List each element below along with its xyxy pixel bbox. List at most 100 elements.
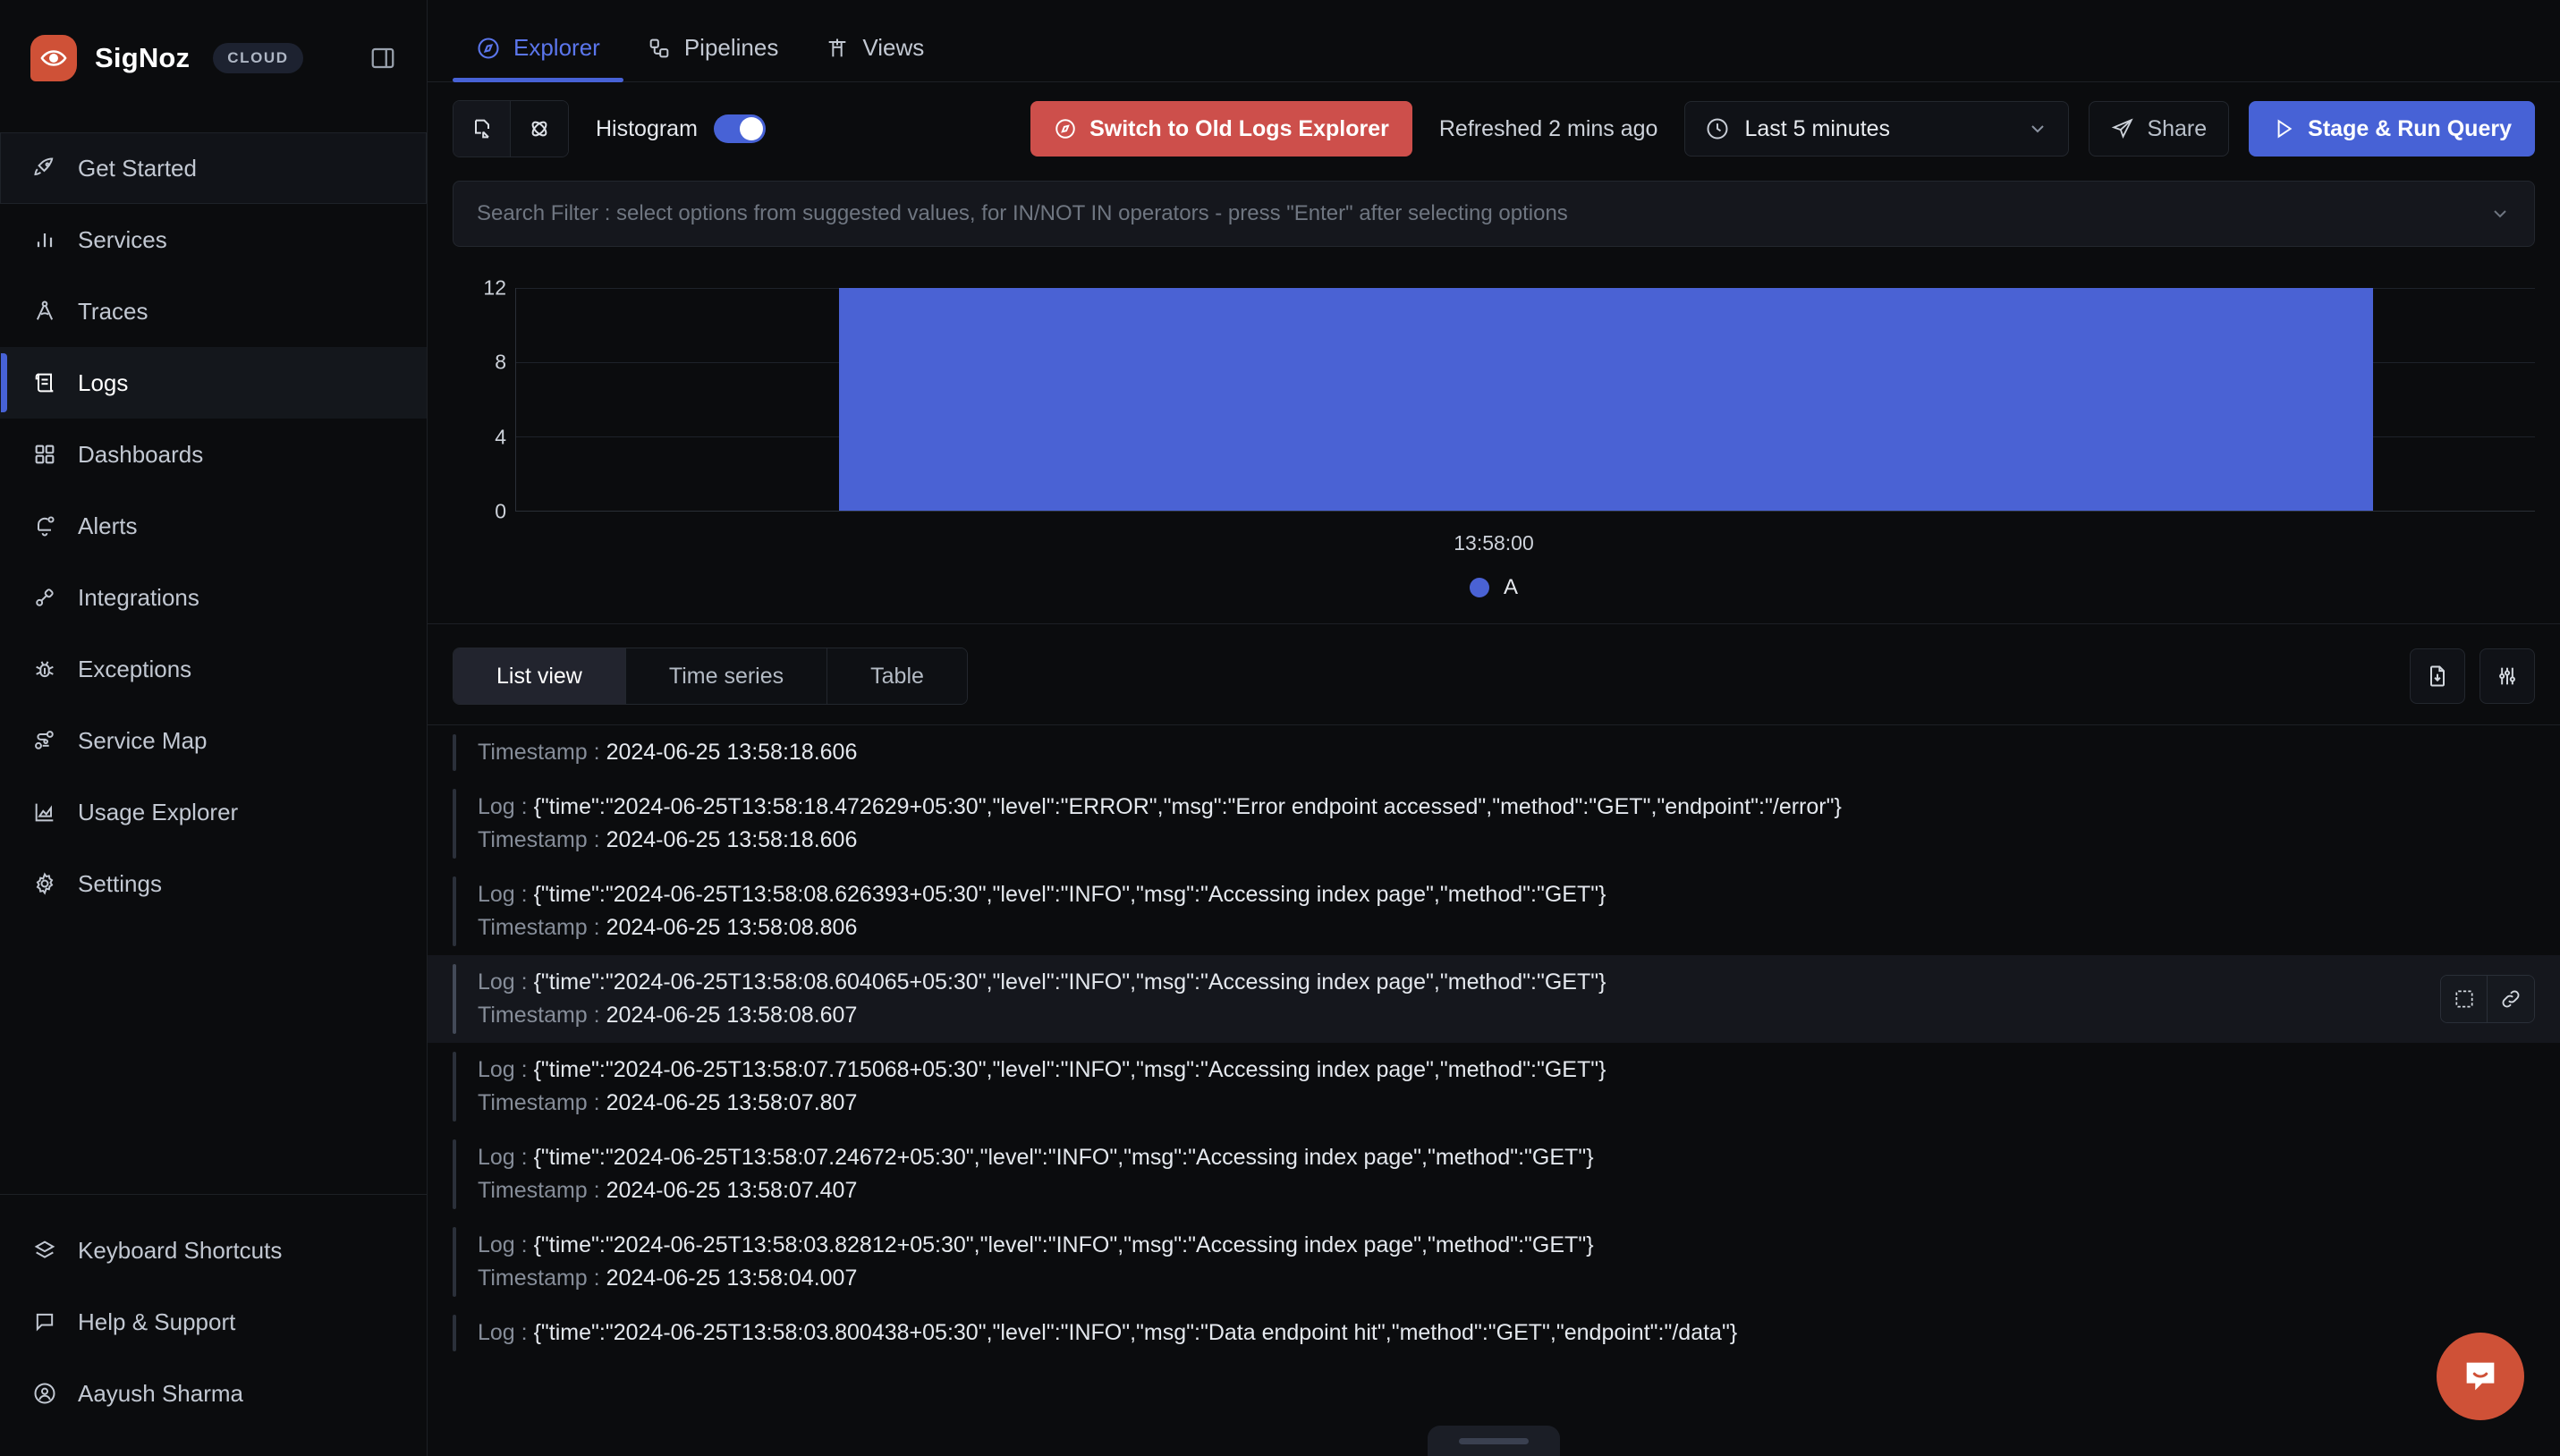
signoz-logo-icon[interactable] [30,35,77,81]
tab-explorer[interactable]: Explorer [453,34,623,82]
switch-old-explorer-button[interactable]: Switch to Old Logs Explorer [1030,101,1412,157]
log-label: Log : [478,1232,528,1257]
sidebar-item-label: Services [78,225,167,253]
sidebar-item-help-support[interactable]: Help & Support [0,1286,427,1358]
log-label: Log : [478,969,528,995]
sidebar-item-user-profile[interactable]: Aayush Sharma [0,1358,427,1429]
legend-color-swatch [1469,578,1489,597]
explorer-toolbar: Histogram Switch to Old Logs Explorer Re… [428,82,2560,175]
log-list[interactable]: Timestamp : 2024-06-25 13:58:18.606 Log … [428,724,2560,1456]
pipeline-icon [647,36,672,61]
x-axis-tick: 13:58:00 [1454,531,1534,554]
sidebar-item-usage-explorer[interactable]: Usage Explorer [0,776,427,848]
sidebar-item-services[interactable]: Services [0,204,427,275]
share-button[interactable]: Share [2089,101,2230,157]
clickhouse-query-icon[interactable] [511,101,568,157]
tab-label: Views [862,34,925,61]
tab-label: Pipelines [683,34,779,61]
timestamp-value: 2024-06-25 13:58:07.807 [606,1090,858,1115]
view-tab-list[interactable]: List view [454,648,626,704]
chevron-down-icon[interactable] [2489,203,2511,224]
view-tab-time-series[interactable]: Time series [625,648,828,704]
area-chart-icon [31,799,58,825]
view-context-logs-icon[interactable] [2441,976,2488,1022]
log-row[interactable]: Log : {"time":"2024-06-25T13:58:08.62639… [428,868,2560,955]
sidebar-item-label: Alerts [78,512,138,539]
log-row[interactable]: Log : {"time":"2024-06-25T13:58:07.24672… [428,1130,2560,1218]
refreshed-status: Refreshed 2 mins ago [1438,115,1658,141]
log-row[interactable]: Log : {"time":"2024-06-25T13:58:07.71506… [428,1043,2560,1130]
histogram-toggle[interactable] [713,114,766,143]
view-actions [2410,648,2535,704]
sidebar-item-label: Help & Support [78,1308,236,1335]
copy-link-icon[interactable] [2488,976,2534,1022]
sidebar-item-settings[interactable]: Settings [0,848,427,919]
log-row[interactable]: Log : {"time":"2024-06-25T13:58:03.80043… [428,1306,2560,1360]
histogram-bar[interactable] [839,288,2374,511]
log-row[interactable]: Log : {"time":"2024-06-25T13:58:18.47262… [428,780,2560,868]
sidebar-nav: Get Started Services Traces Logs Dashboa… [0,116,427,919]
send-icon [2111,117,2134,140]
sidebar-item-label: Dashboards [78,440,204,468]
share-label: Share [2147,115,2208,141]
log-timestamp-line: Timestamp : 2024-06-25 13:58:07.407 [478,1178,2535,1204]
log-body-line: Log : {"time":"2024-06-25T13:58:08.60406… [478,969,2535,995]
y-tick: 12 [483,275,506,300]
search-filter-input[interactable]: Search Filter : select options from sugg… [453,181,2535,247]
scroll-icon [31,369,58,396]
chart-plot-area: 12 8 4 0 [483,276,2535,523]
log-label: Log : [478,882,528,907]
sidebar-item-traces[interactable]: Traces [0,275,427,347]
log-row[interactable]: Log : {"time":"2024-06-25T13:58:08.60406… [428,955,2560,1043]
log-label: Log : [478,1145,528,1170]
log-value: {"time":"2024-06-25T13:58:08.626393+05:3… [533,882,1606,907]
options-sliders-icon[interactable] [2479,648,2535,704]
y-tick: 4 [495,425,506,449]
timestamp-value: 2024-06-25 13:58:08.607 [606,1003,858,1028]
layers-icon [31,1237,58,1264]
timestamp-value: 2024-06-25 13:58:18.606 [606,827,858,852]
download-icon[interactable] [2410,648,2465,704]
log-value: {"time":"2024-06-25T13:58:18.472629+05:3… [533,794,1842,819]
main-content: Explorer Pipelines Views Histogram Switc… [428,0,2560,1456]
sidebar-item-exceptions[interactable]: Exceptions [0,633,427,705]
bug-icon [31,656,58,682]
sidebar-item-label: Integrations [78,583,199,611]
stage-run-query-button[interactable]: Stage & Run Query [2249,101,2535,157]
log-row[interactable]: Log : {"time":"2024-06-25T13:58:03.82812… [428,1218,2560,1306]
chart-canvas[interactable] [515,288,2535,512]
resize-drag-handle[interactable] [1428,1426,1560,1456]
search-filter-placeholder: Search Filter : select options from sugg… [477,201,1568,225]
clock-icon [1705,116,1730,141]
sidebar-item-alerts[interactable]: Alerts [0,490,427,562]
time-range-select[interactable]: Last 5 minutes [1684,101,2070,157]
query-builder-icon[interactable] [454,101,511,157]
sidebar-bottom: Keyboard Shortcuts Help & Support Aayush… [0,1194,427,1456]
log-timestamp-line: Timestamp : 2024-06-25 13:58:18.606 [478,827,2535,853]
sidebar-item-service-map[interactable]: Service Map [0,705,427,776]
log-value: {"time":"2024-06-25T13:58:03.82812+05:30… [533,1232,1594,1257]
sidebar-item-label: Settings [78,869,162,897]
sidebar-item-integrations[interactable]: Integrations [0,562,427,633]
sidebar-item-get-started[interactable]: Get Started [0,132,427,204]
sidebar-item-dashboards[interactable]: Dashboards [0,419,427,490]
bar-chart-icon [31,226,58,253]
collapse-sidebar-icon[interactable] [369,45,396,72]
sidebar-item-label: Keyboard Shortcuts [78,1236,283,1264]
log-row-actions [2440,975,2535,1023]
tab-pipelines[interactable]: Pipelines [623,34,802,81]
tab-views[interactable]: Views [801,34,947,81]
sidebar-item-logs[interactable]: Logs [0,347,427,419]
log-row[interactable]: Timestamp : 2024-06-25 13:58:18.606 [428,725,2560,780]
rocket-icon [31,155,58,182]
legend-label: A [1503,575,1518,599]
user-circle-icon [31,1380,58,1407]
plug-icon [31,584,58,611]
sidebar-item-keyboard-shortcuts[interactable]: Keyboard Shortcuts [0,1215,427,1286]
view-tab-table[interactable]: Table [827,648,967,704]
stage-run-query-label: Stage & Run Query [2308,115,2512,141]
sidebar-item-label: Logs [78,368,129,396]
time-range-value: Last 5 minutes [1744,115,1891,141]
intercom-chat-button[interactable] [2437,1333,2524,1420]
log-body-line: Log : {"time":"2024-06-25T13:58:07.24672… [478,1145,2535,1171]
